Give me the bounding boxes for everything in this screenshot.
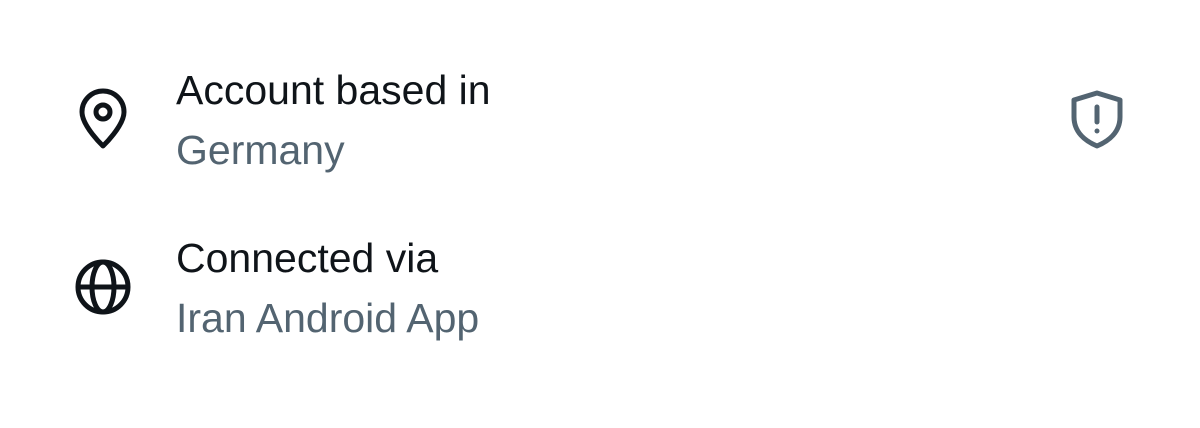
connection-value: Iran Android App bbox=[176, 295, 480, 341]
connection-row: Connected via Iran Android App bbox=[0, 228, 1200, 348]
account-location-value: Germany bbox=[176, 127, 345, 173]
account-location-row: Account based in Germany bbox=[0, 60, 1200, 180]
location-pin-icon bbox=[72, 88, 134, 150]
globe-icon bbox=[72, 256, 134, 318]
account-location-label: Account based in bbox=[176, 67, 491, 113]
shield-alert-icon[interactable] bbox=[1066, 88, 1128, 150]
connection-label: Connected via bbox=[176, 235, 439, 281]
